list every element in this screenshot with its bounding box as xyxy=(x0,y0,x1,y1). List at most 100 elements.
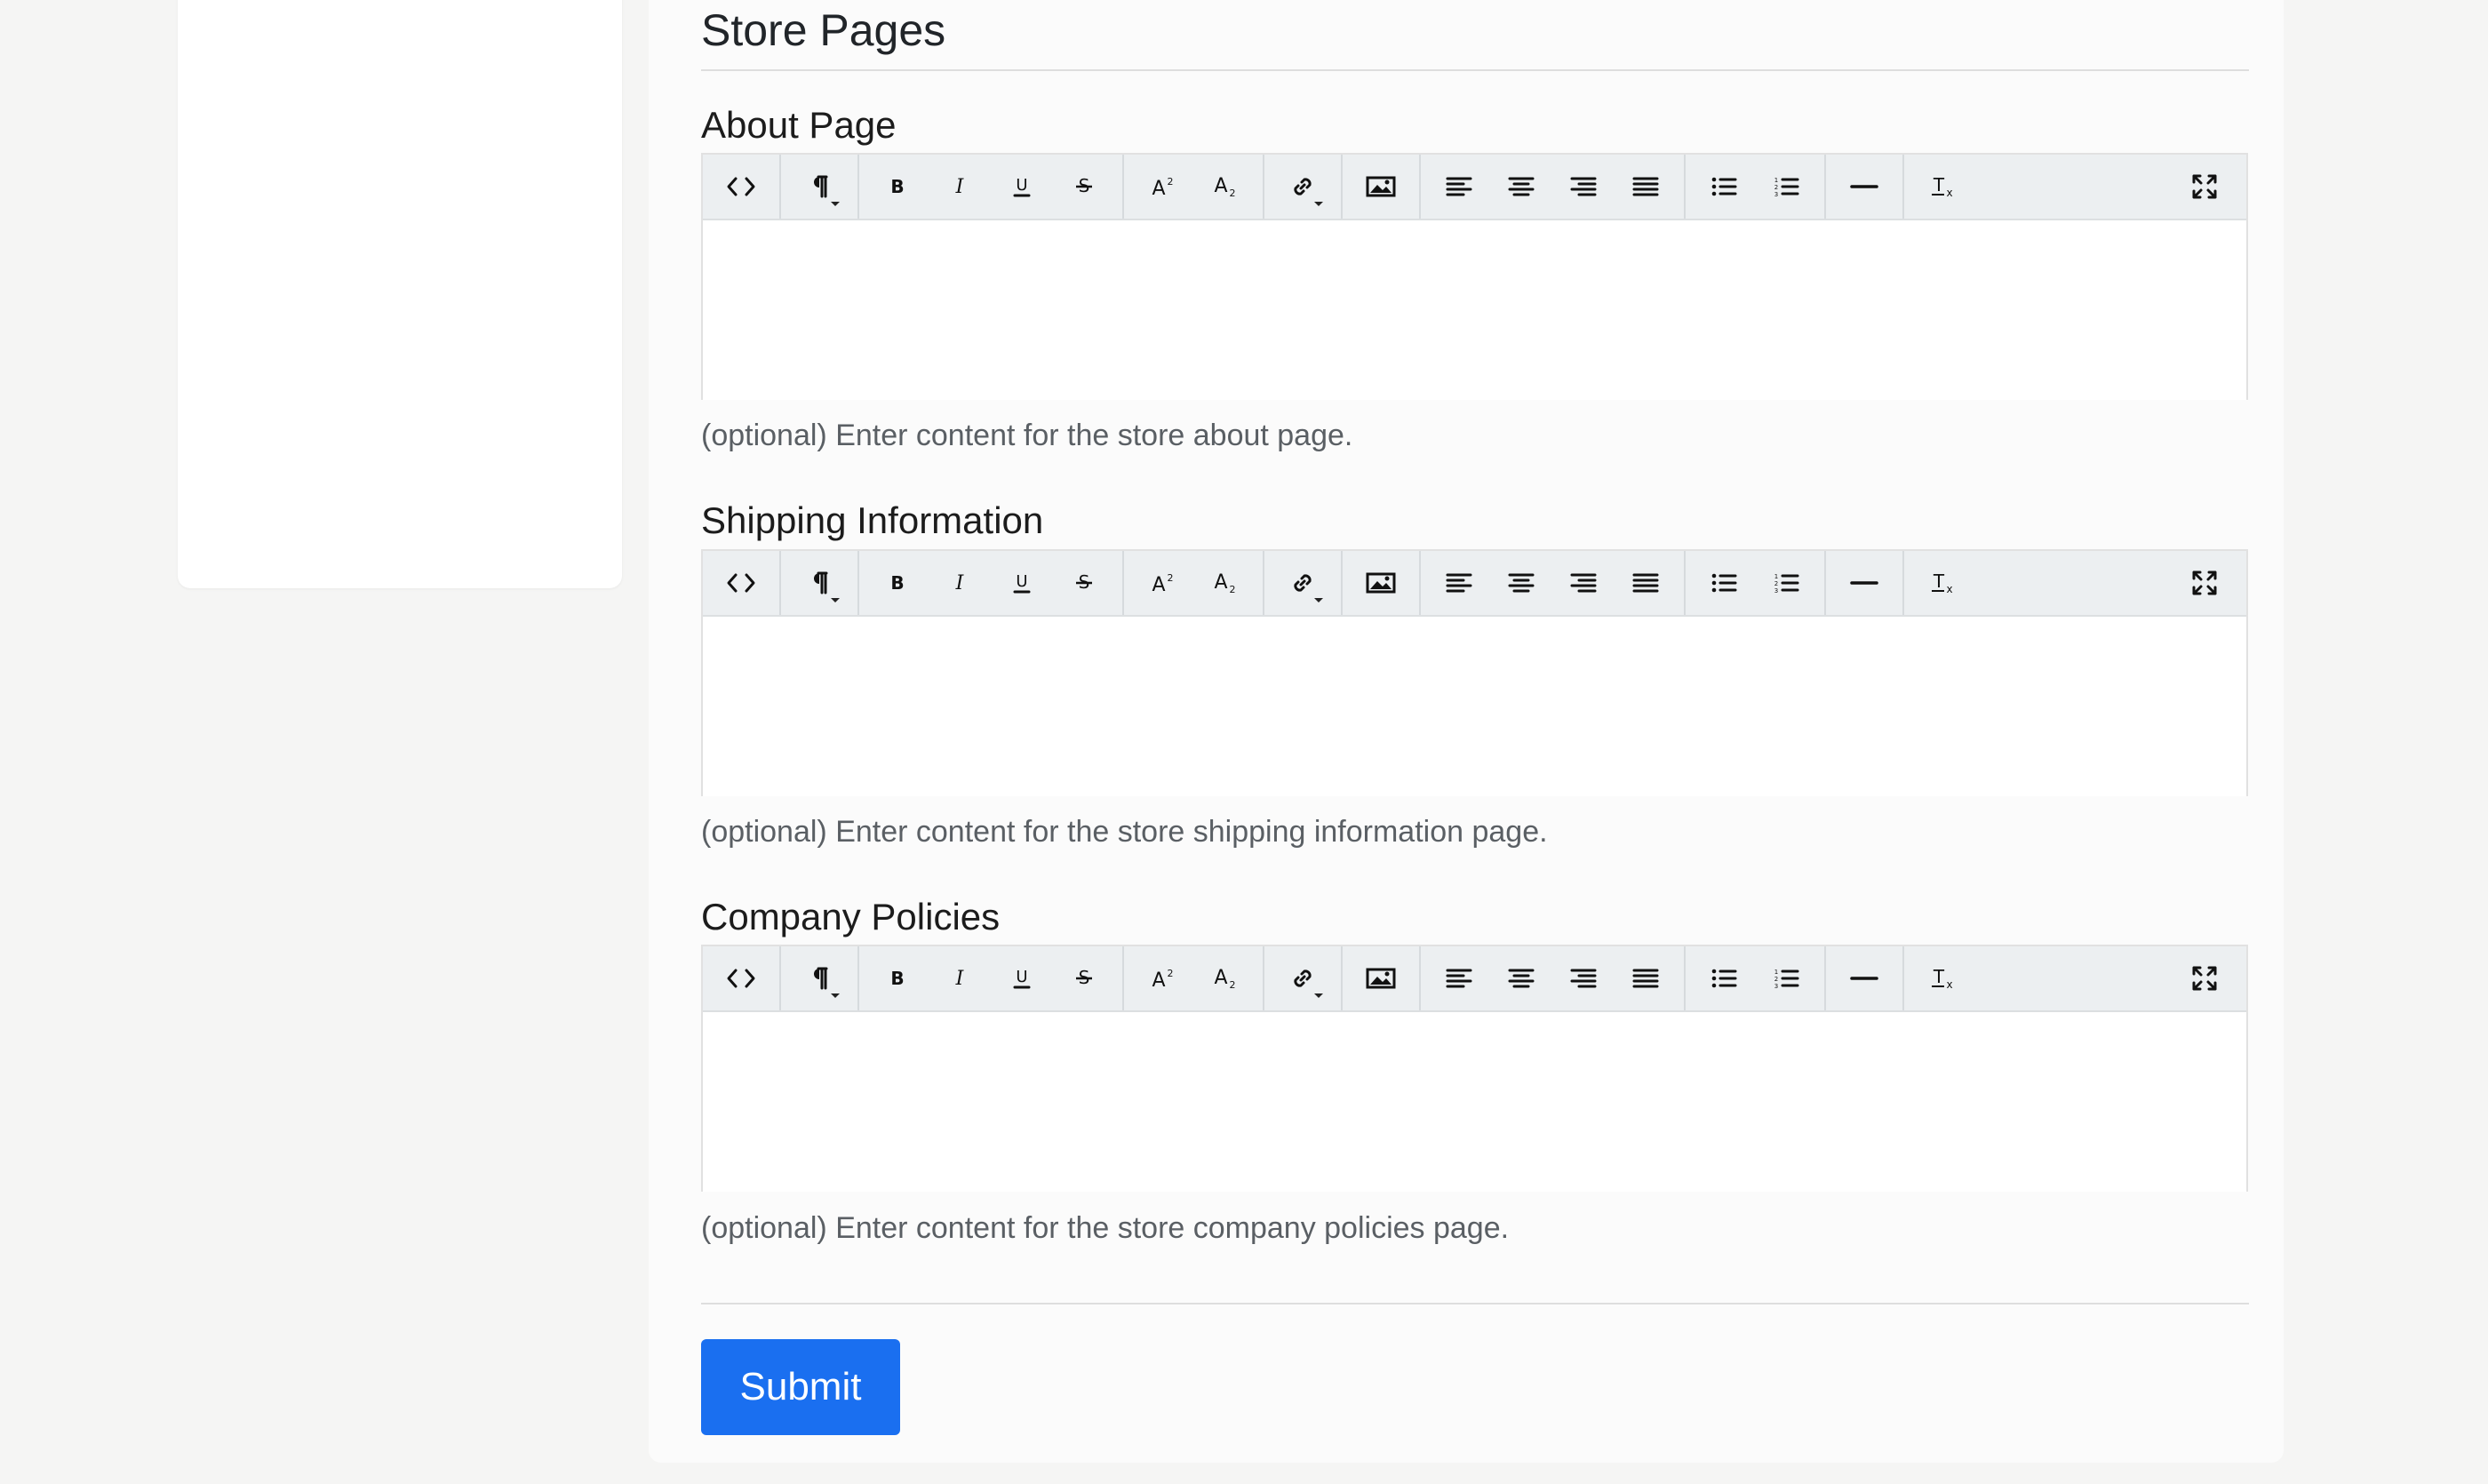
bullet-list-icon xyxy=(1710,572,1737,594)
superscript-button[interactable]: A2 xyxy=(1131,946,1193,1010)
toolbar-button-group xyxy=(703,551,781,615)
fullscreen-button[interactable] xyxy=(2173,155,2236,219)
section-divider xyxy=(701,69,2249,71)
paragraph-icon xyxy=(810,175,828,198)
link-button[interactable] xyxy=(1272,551,1334,615)
numbered-list-button[interactable]: 123 xyxy=(1755,551,1817,615)
superscript-button[interactable]: A2 xyxy=(1131,155,1193,219)
clear-format-button[interactable]: Tx xyxy=(1911,946,1974,1010)
image-button[interactable] xyxy=(1350,155,1412,219)
about-page-label: About Page xyxy=(701,104,897,146)
paragraph-button[interactable] xyxy=(788,155,850,219)
svg-text:A: A xyxy=(1152,178,1165,198)
strikethrough-icon: S xyxy=(1074,571,1094,594)
dropdown-caret-icon xyxy=(831,598,840,602)
italic-button[interactable]: I xyxy=(929,551,991,615)
toolbar-button-group: A2 A2 xyxy=(1124,946,1264,1010)
strikethrough-icon: S xyxy=(1074,967,1094,990)
italic-button[interactable]: I xyxy=(929,946,991,1010)
horizontal-rule-button[interactable] xyxy=(1833,551,1895,615)
svg-text:U: U xyxy=(1016,968,1027,986)
clear-format-button[interactable]: Tx xyxy=(1911,551,1974,615)
clear-format-icon: Tx xyxy=(1929,570,1956,595)
underline-button[interactable]: U xyxy=(991,946,1053,1010)
underline-button[interactable]: U xyxy=(991,155,1053,219)
align-left-button[interactable] xyxy=(1428,551,1490,615)
svg-text:2: 2 xyxy=(1230,584,1236,594)
svg-text:x: x xyxy=(1946,187,1952,199)
submit-button[interactable]: Submit xyxy=(701,1339,900,1435)
horizontal-rule-button[interactable] xyxy=(1833,946,1895,1010)
company-policies-editor: B I U S A2 A2 123 Tx xyxy=(701,945,2248,1192)
fullscreen-button[interactable] xyxy=(2173,946,2236,1010)
bullet-list-button[interactable] xyxy=(1693,946,1755,1010)
numbered-list-button[interactable]: 123 xyxy=(1755,946,1817,1010)
align-left-button[interactable] xyxy=(1428,946,1490,1010)
link-button[interactable] xyxy=(1272,155,1334,219)
code-view-icon xyxy=(726,176,756,197)
bullet-list-button[interactable] xyxy=(1693,155,1755,219)
code-view-icon xyxy=(726,572,756,594)
svg-text:U: U xyxy=(1016,572,1027,591)
link-button[interactable] xyxy=(1272,946,1334,1010)
align-center-button[interactable] xyxy=(1490,946,1552,1010)
svg-text:2: 2 xyxy=(1168,176,1174,187)
toolbar-button-group xyxy=(1826,946,1904,1010)
about-page-content[interactable] xyxy=(703,220,2246,400)
clear-format-button[interactable]: Tx xyxy=(1911,155,1974,219)
toolbar-button-group xyxy=(1421,946,1686,1010)
italic-button[interactable]: I xyxy=(929,155,991,219)
shipping-information-content[interactable] xyxy=(703,617,2246,796)
align-left-button[interactable] xyxy=(1428,155,1490,219)
strikethrough-icon: S xyxy=(1074,175,1094,198)
underline-button[interactable]: U xyxy=(991,551,1053,615)
image-button[interactable] xyxy=(1350,946,1412,1010)
paragraph-button[interactable] xyxy=(788,551,850,615)
dropdown-caret-icon xyxy=(1314,202,1323,206)
toolbar-button-group xyxy=(1826,551,1904,615)
code-view-button[interactable] xyxy=(710,155,772,219)
svg-text:2: 2 xyxy=(1168,572,1174,584)
code-view-button[interactable] xyxy=(710,551,772,615)
align-center-icon xyxy=(1508,573,1535,593)
superscript-button[interactable]: A2 xyxy=(1131,551,1193,615)
align-center-button[interactable] xyxy=(1490,155,1552,219)
bullet-list-icon xyxy=(1710,968,1737,989)
align-justify-button[interactable] xyxy=(1615,946,1677,1010)
paragraph-button[interactable] xyxy=(788,946,850,1010)
company-policies-content[interactable] xyxy=(703,1012,2246,1192)
italic-icon: I xyxy=(951,968,969,989)
align-justify-button[interactable] xyxy=(1615,551,1677,615)
svg-text:T: T xyxy=(1933,570,1945,592)
align-right-button[interactable] xyxy=(1552,155,1615,219)
bold-button[interactable]: B xyxy=(866,155,929,219)
fullscreen-button[interactable] xyxy=(2173,551,2236,615)
subscript-button[interactable]: A2 xyxy=(1193,551,1256,615)
horizontal-rule-icon xyxy=(1850,578,1878,587)
strikethrough-button[interactable]: S xyxy=(1053,551,1115,615)
align-right-button[interactable] xyxy=(1552,551,1615,615)
subscript-icon: A2 xyxy=(1211,967,1238,990)
align-right-button[interactable] xyxy=(1552,946,1615,1010)
bold-icon: B xyxy=(889,968,906,989)
image-button[interactable] xyxy=(1350,551,1412,615)
code-view-button[interactable] xyxy=(710,946,772,1010)
strikethrough-button[interactable]: S xyxy=(1053,946,1115,1010)
numbered-list-button[interactable]: 123 xyxy=(1755,155,1817,219)
toolbar-button-group xyxy=(781,946,859,1010)
bullet-list-button[interactable] xyxy=(1693,551,1755,615)
link-icon xyxy=(1290,966,1315,991)
clear-format-icon: Tx xyxy=(1929,966,1956,991)
toolbar-button-group xyxy=(1343,946,1421,1010)
bold-button[interactable]: B xyxy=(866,551,929,615)
bold-button[interactable]: B xyxy=(866,946,929,1010)
subscript-button[interactable]: A2 xyxy=(1193,946,1256,1010)
fullscreen-icon xyxy=(2191,570,2218,596)
strikethrough-button[interactable]: S xyxy=(1053,155,1115,219)
align-center-button[interactable] xyxy=(1490,551,1552,615)
subscript-button[interactable]: A2 xyxy=(1193,155,1256,219)
horizontal-rule-button[interactable] xyxy=(1833,155,1895,219)
align-justify-button[interactable] xyxy=(1615,155,1677,219)
align-justify-icon xyxy=(1632,177,1659,196)
dropdown-caret-icon xyxy=(1314,598,1323,602)
